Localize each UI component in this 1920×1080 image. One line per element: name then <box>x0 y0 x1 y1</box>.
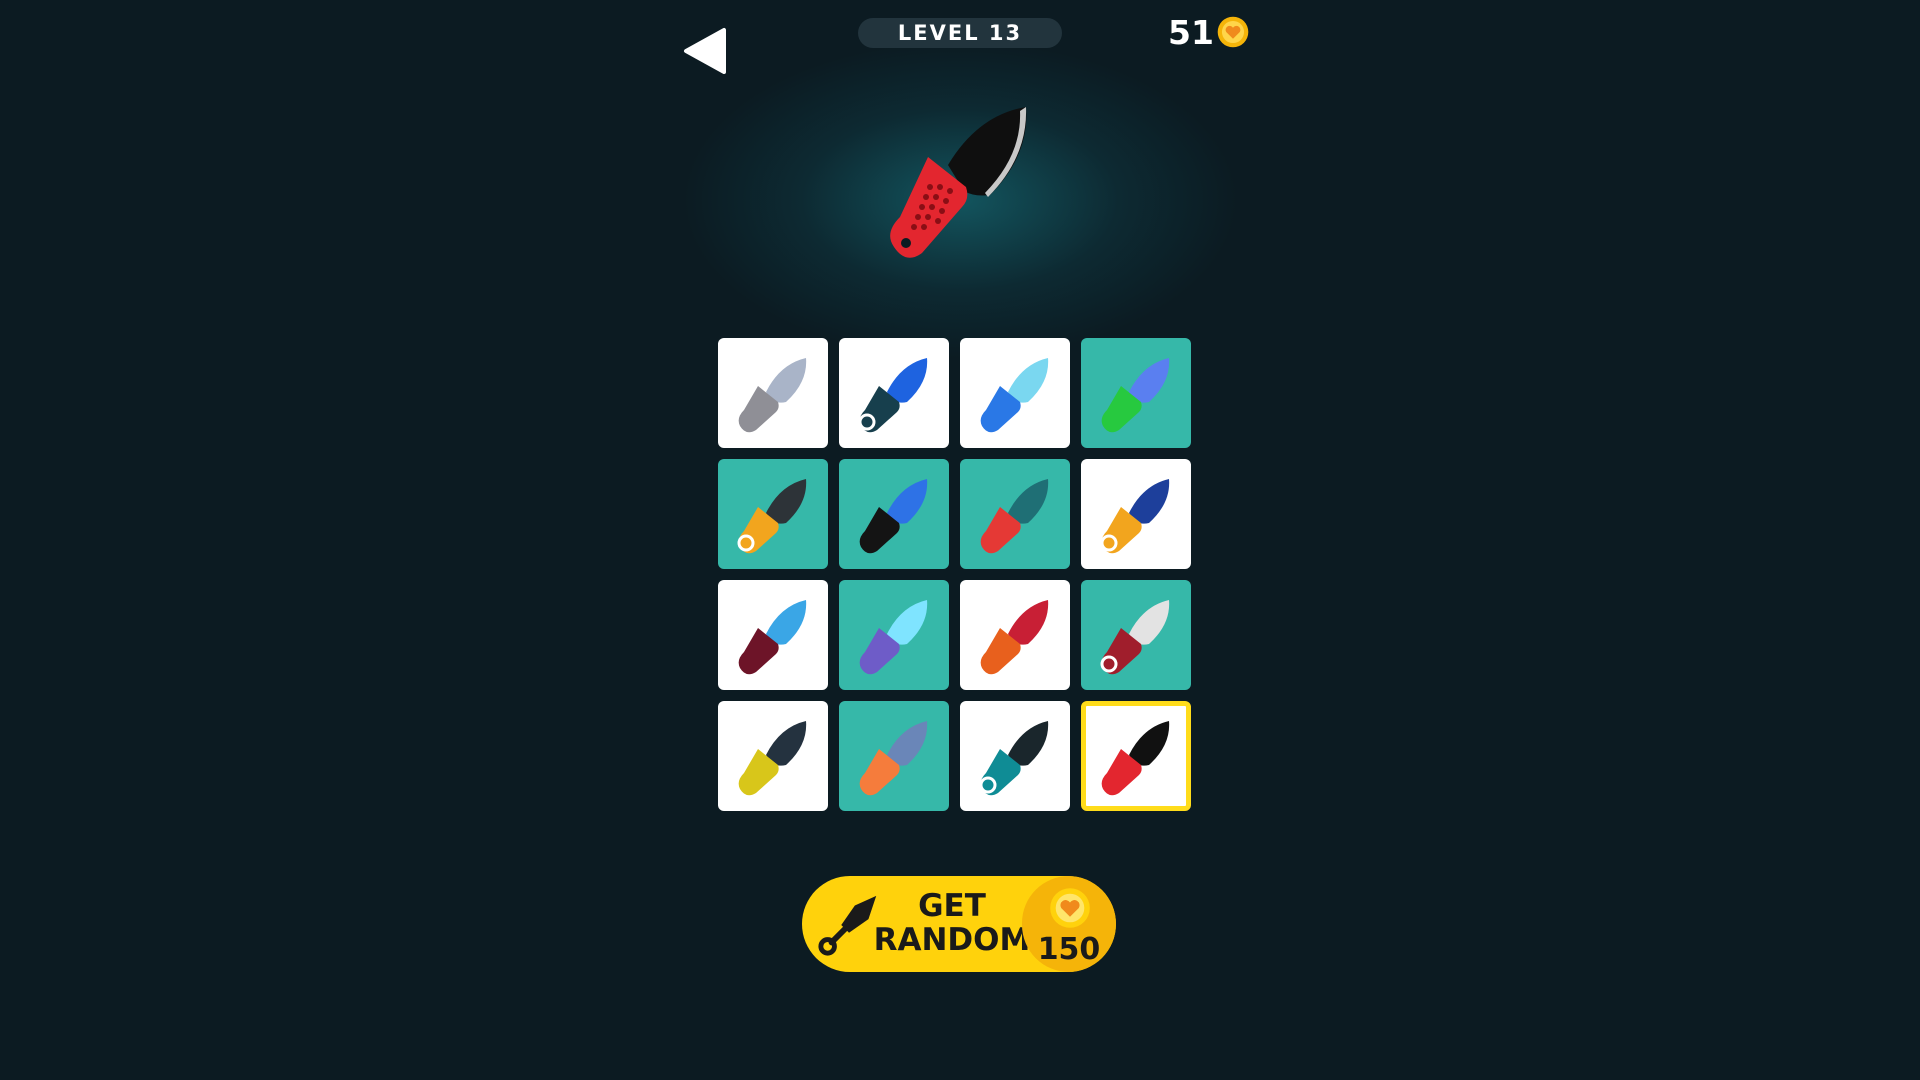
teal-trident-knife-icon <box>980 479 1049 554</box>
knife-2-tile[interactable] <box>839 338 949 448</box>
coin-balance: 51 <box>1168 12 1250 52</box>
blue-spear-knife-icon <box>859 479 928 554</box>
knife-1-tile[interactable] <box>718 338 828 448</box>
knife-7-tile[interactable] <box>960 459 1070 569</box>
price-box: 150 <box>1022 876 1116 972</box>
orange-ring-knife-icon <box>737 479 807 554</box>
level-indicator: LEVEL 13 <box>858 18 1062 48</box>
coin-icon <box>1050 888 1090 928</box>
price-label: 150 <box>1037 932 1101 967</box>
serrated-karambit-icon <box>1100 600 1170 675</box>
gray-orange-knife-icon <box>738 358 807 433</box>
get-random-button[interactable]: GET RANDOM 150 <box>802 876 1116 972</box>
knife-12-tile[interactable] <box>1081 580 1191 690</box>
knife-13-tile[interactable] <box>718 701 828 811</box>
get-random-label-line1: GET <box>918 888 986 924</box>
knife-grid <box>718 338 1193 811</box>
blue-karambit-icon <box>858 358 928 433</box>
knife-3-tile[interactable] <box>960 338 1070 448</box>
coin-icon <box>1217 16 1249 48</box>
knife-14-tile[interactable] <box>839 701 949 811</box>
knife-8-tile[interactable] <box>1081 459 1191 569</box>
coin-count: 51 <box>1168 12 1214 52</box>
back-button[interactable] <box>680 26 730 76</box>
get-random-label: GET RANDOM <box>872 889 1032 957</box>
yellow-knife-icon <box>738 721 807 796</box>
red-orange-knife-icon <box>980 600 1049 675</box>
knife-4-tile[interactable] <box>1081 338 1191 448</box>
green-cleaver-icon <box>1101 358 1170 433</box>
knife-11-tile[interactable] <box>960 580 1070 690</box>
knife-15-tile[interactable] <box>960 701 1070 811</box>
knife-16-tile[interactable] <box>1081 701 1191 811</box>
knife-9-tile[interactable] <box>718 580 828 690</box>
blue-dagger-icon <box>980 358 1049 433</box>
maroon-knife-icon <box>738 600 807 675</box>
red-black-knife-icon <box>1101 721 1170 796</box>
knife-5-tile[interactable] <box>718 459 828 569</box>
knife-10-tile[interactable] <box>839 580 949 690</box>
leopard-karambit-icon <box>1100 479 1170 554</box>
purple-knife-icon <box>859 600 928 675</box>
selected-knife-preview-icon <box>890 107 1027 258</box>
get-random-label-line2: RANDOM <box>873 922 1031 958</box>
orange-folding-knife-icon <box>859 721 928 796</box>
teal-karambit-icon <box>979 721 1049 796</box>
knife-6-tile[interactable] <box>839 459 949 569</box>
